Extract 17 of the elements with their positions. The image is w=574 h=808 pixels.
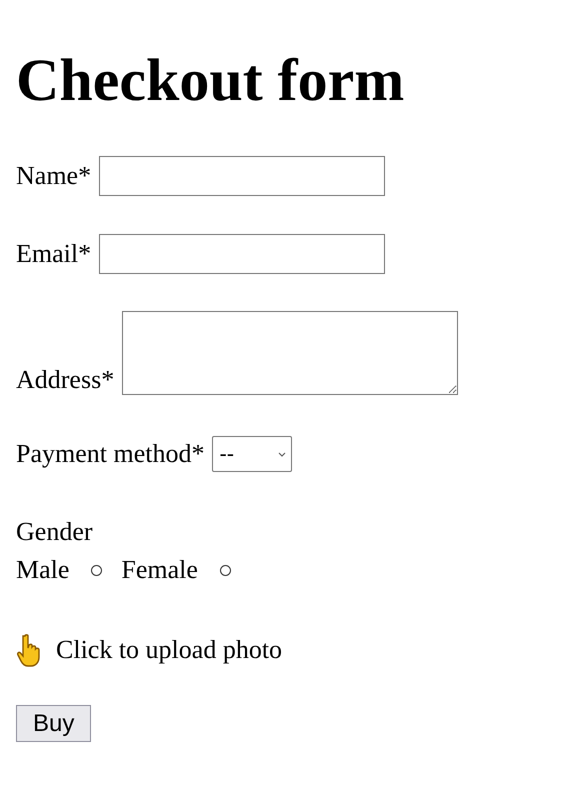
field-label: Name*	[16, 160, 92, 190]
form-title: Checkout form	[16, 46, 406, 115]
payment-dropdown[interactable]: --	[212, 436, 292, 472]
field-label: Address*	[16, 365, 114, 395]
radio-button[interactable]	[220, 564, 231, 576]
field-label: Email*	[16, 238, 92, 268]
upload-link[interactable]: Click to upload photo	[56, 635, 282, 665]
chevron-icon	[278, 452, 286, 458]
address-field[interactable]	[122, 311, 458, 395]
radio-label: Female	[121, 554, 198, 586]
gender-label: Gender	[16, 516, 94, 548]
radio-button[interactable]	[91, 564, 102, 576]
input-field[interactable]	[99, 156, 386, 196]
field-label: Payment method*	[16, 438, 204, 468]
buy-button[interactable]: Buy	[16, 705, 92, 742]
radio-label: Male	[16, 554, 70, 586]
input-field[interactable]	[99, 234, 386, 274]
